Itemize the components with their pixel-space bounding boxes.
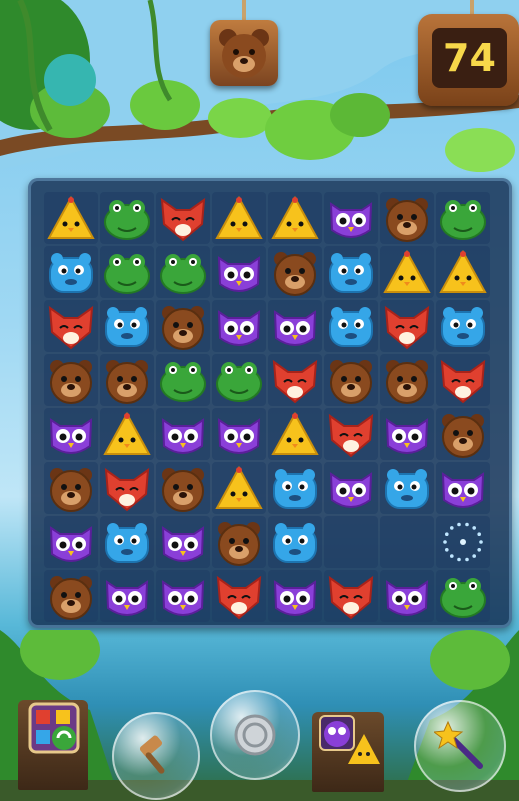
yellow-piece[interactable] (438, 248, 488, 296)
green-piece[interactable] (102, 248, 152, 296)
brown-piece[interactable] (382, 356, 432, 404)
green-piece[interactable] (438, 194, 488, 242)
purple-piece[interactable] (438, 464, 488, 512)
red-piece[interactable] (270, 356, 320, 404)
moves-counter: 74 (432, 28, 507, 88)
green-piece[interactable] (214, 356, 264, 404)
magic-wand-icon (434, 720, 483, 769)
red-piece[interactable] (326, 572, 376, 620)
yellow-piece[interactable] (382, 248, 432, 296)
purple-piece[interactable] (46, 518, 96, 566)
game-board (28, 178, 512, 628)
brown-piece[interactable] (102, 356, 152, 404)
blue-piece[interactable] (382, 464, 432, 512)
purple-piece[interactable] (158, 410, 208, 458)
red-piece[interactable] (382, 302, 432, 350)
purple-piece[interactable] (326, 464, 376, 512)
brown-piece[interactable] (326, 356, 376, 404)
yellow-piece[interactable] (102, 410, 152, 458)
green-piece[interactable] (158, 356, 208, 404)
brown-piece[interactable] (382, 194, 432, 242)
brown-piece[interactable] (158, 464, 208, 512)
blue-piece[interactable] (270, 518, 320, 566)
coin-button[interactable] (210, 690, 300, 780)
yellow-piece[interactable] (46, 194, 96, 242)
goal-sign (210, 20, 278, 86)
purple-piece[interactable] (158, 572, 208, 620)
brown-piece[interactable] (46, 464, 96, 512)
purple-piece[interactable] (214, 410, 264, 458)
board-cell[interactable] (324, 516, 378, 568)
magic-wand-button[interactable] (414, 700, 506, 792)
blue-piece[interactable] (326, 302, 376, 350)
red-piece[interactable] (102, 464, 152, 512)
silver-coin-icon (234, 714, 276, 756)
red-piece[interactable] (214, 572, 264, 620)
purple-piece[interactable] (102, 572, 152, 620)
blue-piece[interactable] (438, 302, 488, 350)
green-piece[interactable] (438, 572, 488, 620)
green-piece[interactable] (102, 194, 152, 242)
purple-piece[interactable] (214, 302, 264, 350)
blue-piece[interactable] (46, 248, 96, 296)
red-piece[interactable] (326, 410, 376, 458)
purple-piece[interactable] (270, 572, 320, 620)
yellow-piece[interactable] (270, 194, 320, 242)
shuffle-board-icon[interactable] (28, 702, 80, 754)
hammer-button[interactable] (112, 712, 200, 800)
yellow-piece[interactable] (270, 410, 320, 458)
red-piece[interactable] (158, 194, 208, 242)
green-piece[interactable] (158, 248, 208, 296)
yellow-piece[interactable] (214, 464, 264, 512)
swap-pieces-icon[interactable] (318, 714, 382, 770)
brown-piece[interactable] (46, 572, 96, 620)
timer-sign: 74 (418, 14, 519, 106)
red-piece[interactable] (438, 356, 488, 404)
blue-piece[interactable] (102, 518, 152, 566)
blue-piece[interactable] (326, 248, 376, 296)
purple-piece[interactable] (382, 572, 432, 620)
blue-piece[interactable] (102, 302, 152, 350)
bear-face-icon (219, 29, 269, 78)
purple-piece[interactable] (326, 194, 376, 242)
blue-piece[interactable] (270, 464, 320, 512)
brown-piece[interactable] (438, 410, 488, 458)
board-cell[interactable] (380, 516, 434, 568)
purple-piece[interactable] (214, 248, 264, 296)
purple-piece[interactable] (158, 518, 208, 566)
brown-piece[interactable] (158, 302, 208, 350)
hammer-icon (139, 735, 165, 774)
yellow-piece[interactable] (214, 194, 264, 242)
purple-piece[interactable] (46, 410, 96, 458)
sparkle-effect (438, 518, 488, 566)
brown-piece[interactable] (214, 518, 264, 566)
red-piece[interactable] (46, 302, 96, 350)
purple-piece[interactable] (270, 302, 320, 350)
goal-rope (242, 0, 246, 22)
brown-piece[interactable] (46, 356, 96, 404)
purple-piece[interactable] (382, 410, 432, 458)
brown-piece[interactable] (270, 248, 320, 296)
